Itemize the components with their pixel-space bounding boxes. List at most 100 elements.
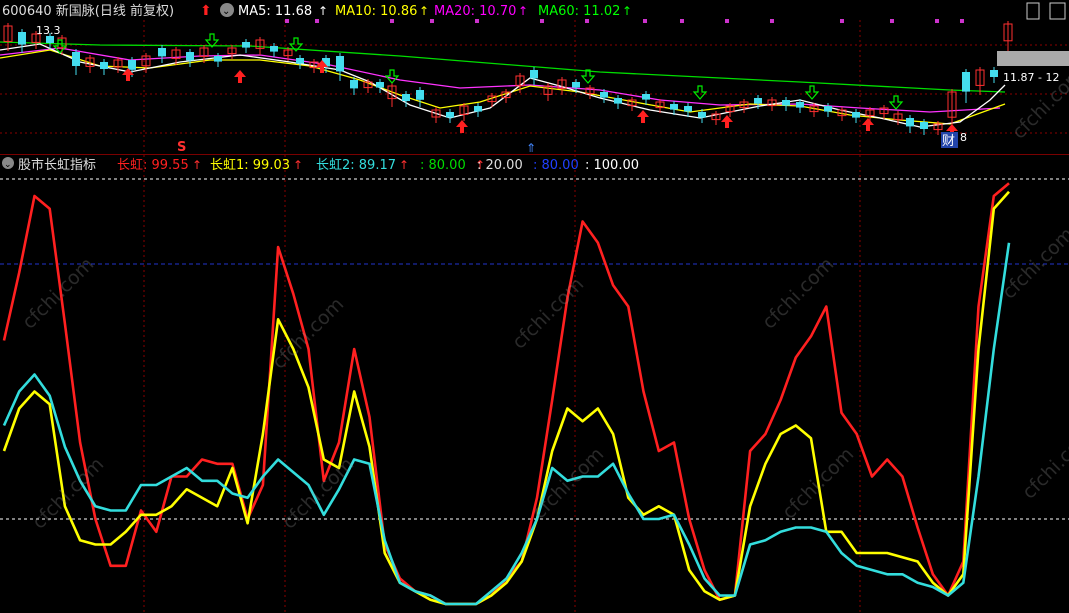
up-arrow-icon: ↑ xyxy=(399,158,409,172)
candle-body-down xyxy=(158,48,166,57)
candle-body-down xyxy=(852,112,860,118)
candle-body-down xyxy=(962,72,970,92)
maximize-button[interactable] xyxy=(1049,2,1066,20)
candle-body-down xyxy=(796,102,804,108)
chevron-down-icon: ⌄ xyxy=(222,6,230,17)
ma-mark xyxy=(390,19,394,23)
ma-mark xyxy=(960,19,964,23)
indicator-name: 股市长虹指标 xyxy=(18,157,96,173)
cai-label: 财 xyxy=(942,134,955,149)
ma-mark xyxy=(475,19,479,23)
header-row: 600640 新国脉(日线 前复权) ⬆ ⌄ MA5: 11.68 ↑ MA10: … xyxy=(2,2,1066,23)
candle-body-down xyxy=(782,100,790,106)
ma-legend-item: MA5: 11.68 xyxy=(238,4,312,19)
watermark-text: cfchi.com xyxy=(758,253,838,333)
watermark-text: cfchi.com xyxy=(508,273,588,353)
sell-arrow-icon xyxy=(804,85,820,100)
candle-body-down xyxy=(416,90,424,100)
indicator-legend-item: : 80.00 xyxy=(533,158,579,173)
candle-body-down xyxy=(698,112,706,118)
indicator-legend-item: : 20.00 xyxy=(477,158,523,173)
ma-mark xyxy=(430,19,434,23)
candle-body-down xyxy=(376,82,384,88)
watermark-text: cfchi.com xyxy=(778,443,858,523)
candle-body-down xyxy=(128,60,136,70)
candle-body-down xyxy=(402,94,410,101)
price-high-label: 13.3 xyxy=(36,24,61,37)
indicator-legend-item: 长虹1: 99.03 xyxy=(210,158,290,173)
stock-title: 600640 新国脉(日线 前复权) xyxy=(2,3,174,19)
watermark-text: cfchi.com xyxy=(998,223,1069,303)
candle-body-down xyxy=(824,106,832,112)
watermark-text: cfchi.com xyxy=(1018,423,1069,503)
up-arrow-icon: ⬆ xyxy=(200,3,212,19)
ma-mark xyxy=(890,19,894,23)
ma-mark xyxy=(770,19,774,23)
candle-body-down xyxy=(46,36,54,43)
small-up-marker: ⇑ xyxy=(526,141,536,155)
indicator-legend-item: : 80.00 xyxy=(420,158,466,173)
candle-body-down xyxy=(670,104,678,110)
candle-body-down xyxy=(990,70,998,77)
buy-arrow-icon xyxy=(721,115,733,128)
indicator-legend: 长虹: 99.55 ↑ 长虹1: 99.03 ↑ 长虹2: 89.17 ↑: 80.00 ↑… xyxy=(117,158,639,173)
candle-body-down xyxy=(920,122,928,129)
sell-arrow-icon xyxy=(384,69,400,84)
stock-chart: 13.3 11.87 - 12 8 财 S ⇑ cfchi.com cfchi.c… xyxy=(0,2,1069,613)
ma-mark xyxy=(680,19,684,23)
candle-body-down xyxy=(72,52,80,66)
candle-body-down xyxy=(350,80,358,89)
candle-body-down xyxy=(906,118,914,127)
indicator-reference-lines xyxy=(0,178,1069,520)
candle-body-down xyxy=(242,42,250,48)
watermark-text: cfchi.com xyxy=(268,293,348,373)
candle-body-down xyxy=(684,106,692,112)
up-arrow-icon: ↑ xyxy=(192,158,202,172)
candle-body-down xyxy=(572,82,580,88)
sell-arrow-icon xyxy=(888,95,904,110)
candle-body-down xyxy=(530,70,538,79)
ma60-line xyxy=(0,41,1006,93)
ma-mark xyxy=(585,19,589,23)
buy-arrow-icon xyxy=(456,120,468,133)
up-arrow-icon: ↑ xyxy=(518,4,528,18)
candle-body-down xyxy=(270,46,278,52)
ma-mark xyxy=(840,19,844,23)
ma-mark xyxy=(935,19,939,23)
series-line-3 xyxy=(2,242,1011,606)
ma-mark xyxy=(285,19,289,23)
restore-window-button[interactable] xyxy=(1026,2,1040,20)
candle-body-down xyxy=(100,62,108,69)
ma-legend-item: MA20: 10.70 xyxy=(434,4,516,19)
candle-body-down xyxy=(600,92,608,98)
buy-arrow-icon xyxy=(637,110,649,123)
ma-mark xyxy=(540,19,544,23)
up-arrow-icon: ↑ xyxy=(419,4,429,18)
ma-legend: MA5: 11.68 ↑ MA10: 10.86 ↑ MA20: 10.70 ↑ MA60:… xyxy=(238,4,632,19)
candle-body-down xyxy=(642,94,650,100)
ma-mark xyxy=(643,19,647,23)
ma-mark xyxy=(725,19,729,23)
candle-body-down xyxy=(296,58,304,64)
indicator-legend-item: 长虹: 99.55 xyxy=(117,158,189,173)
price-right-label: 11.87 - 12 xyxy=(1003,71,1059,84)
series-line-2 xyxy=(2,190,1010,606)
sell-arrow-icon xyxy=(692,85,708,100)
buy-arrow-icon xyxy=(862,118,874,131)
buy-arrow-icon xyxy=(234,70,246,83)
candle-body-down xyxy=(474,106,482,112)
candle-body-down xyxy=(336,56,344,72)
price-scale-highlight xyxy=(997,51,1069,66)
price-low-label: 8 xyxy=(960,131,967,144)
candle-body-down xyxy=(186,52,194,61)
candlesticks xyxy=(3,21,1013,135)
candle-body-down xyxy=(214,56,222,62)
indicator-legend-item: 长虹2: 89.17 xyxy=(316,158,396,173)
chevron-down-icon: ⌄ xyxy=(4,160,12,170)
indicator-lines xyxy=(2,182,1011,606)
ma-mark xyxy=(315,19,319,23)
up-arrow-icon: ↑ xyxy=(622,4,632,18)
ma-legend-item: MA10: 10.86 xyxy=(335,4,417,19)
candle-body-down xyxy=(614,98,622,104)
ma-legend-item: MA60: 11.02 xyxy=(538,4,620,19)
